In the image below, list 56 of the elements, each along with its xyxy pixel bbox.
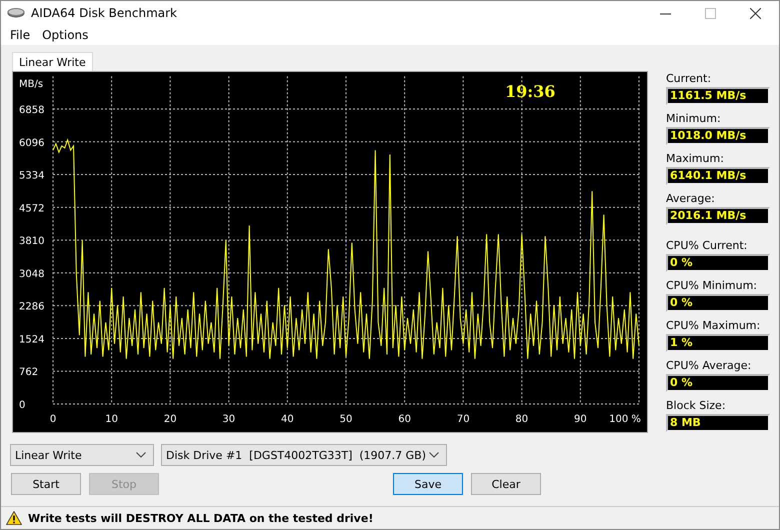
- stat-label: Average:: [666, 192, 716, 205]
- stat-value: 0 %: [666, 374, 770, 392]
- x-axis-label: 40: [281, 414, 294, 425]
- stat-value: 1018.0 MB/s: [666, 127, 770, 145]
- stat-value: 0 %: [666, 254, 770, 272]
- x-axis-label: 10: [105, 414, 118, 425]
- stat-value: 8 MB: [666, 414, 770, 432]
- y-axis-label: 6858: [19, 104, 44, 116]
- chevron-down-icon: [429, 452, 439, 458]
- warning-icon: [6, 511, 22, 525]
- x-axis-label: 90: [574, 414, 587, 425]
- stat-label: CPU% Minimum:: [666, 279, 758, 292]
- y-axis-label: 2286: [19, 302, 44, 313]
- stat-label: Maximum:: [666, 152, 725, 165]
- action-button[interactable]: Clear: [471, 473, 541, 495]
- window-title: AIDA64 Disk Benchmark: [31, 6, 178, 20]
- y-axis-label: 6096: [19, 138, 44, 149]
- y-axis-label: 0: [19, 400, 26, 411]
- stat-label: CPU% Average:: [666, 359, 752, 372]
- disk-drive-icon: [7, 7, 25, 19]
- tab[interactable]: Linear Write: [12, 52, 93, 71]
- menu-item[interactable]: Options: [42, 28, 88, 42]
- y-axis-title: MB/s: [19, 79, 44, 90]
- action-button[interactable]: Start: [11, 473, 81, 495]
- stat-label: Minimum:: [666, 112, 722, 125]
- stat-value: 1161.5 MB/s: [666, 87, 770, 105]
- y-axis-label: 3810: [19, 236, 44, 248]
- x-axis-label: 30: [222, 414, 236, 425]
- test-type-dropdown[interactable]: Linear Write: [10, 444, 154, 466]
- y-axis-label: 3048: [19, 268, 44, 280]
- stat-value: 2016.1 MB/s: [666, 207, 770, 225]
- y-axis-label: 762: [19, 367, 38, 378]
- action-button[interactable]: Save: [393, 473, 463, 495]
- stat-label: CPU% Maximum:: [666, 319, 762, 332]
- x-axis-label: 70: [456, 414, 470, 425]
- x-axis-label: 0: [50, 414, 56, 425]
- stat-label: Block Size:: [666, 399, 727, 412]
- chevron-down-icon: [136, 452, 146, 458]
- menu-item[interactable]: File: [10, 28, 30, 42]
- elapsed-time: 19:36: [505, 82, 556, 101]
- x-axis-label: 20: [164, 414, 177, 425]
- x-axis-label: 60: [398, 414, 411, 425]
- stat-value: 0 %: [666, 294, 770, 312]
- stat-label: CPU% Current:: [666, 239, 748, 252]
- y-axis-label: 4572: [19, 203, 44, 214]
- stat-label: Current:: [666, 72, 712, 85]
- y-axis-label: 1524: [19, 334, 44, 346]
- y-axis-label: 5334: [19, 170, 44, 182]
- status-warning: Write tests will DESTROY ALL DATA on the tested drive!: [28, 512, 374, 524]
- x-axis-label: 100 %: [609, 414, 641, 425]
- x-axis-label: 80: [515, 414, 528, 425]
- close-icon[interactable]: [750, 8, 761, 18]
- stat-value: 6140.1 MB/s: [666, 167, 770, 185]
- x-axis-label: 50: [340, 414, 352, 425]
- drive-dropdown[interactable]: Disk Drive #1 [DGST4002TG33T] (1907.7 GB): [161, 444, 447, 466]
- stat-value: 1 %: [666, 334, 770, 352]
